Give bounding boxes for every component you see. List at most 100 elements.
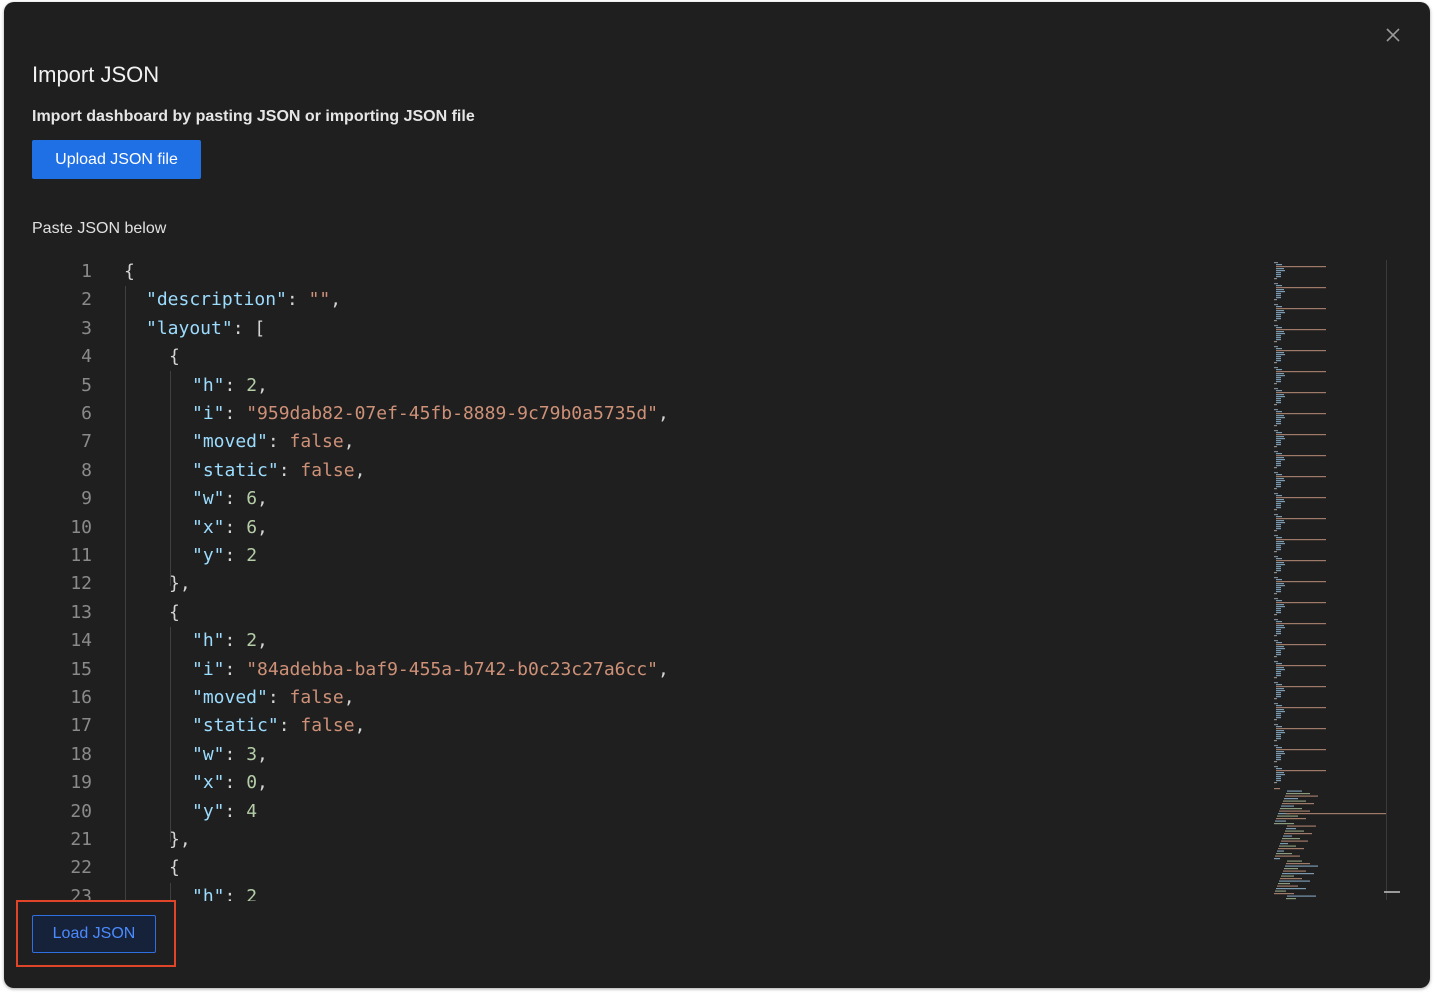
- minimap-line: [1276, 768, 1282, 770]
- code-content: "layout": [: [146, 315, 265, 343]
- minimap-line: [1274, 614, 1277, 616]
- minimap-line: [1276, 310, 1284, 312]
- code-content: "i": "84adebba-baf9-455a-b742-b0c23c27a6…: [192, 656, 669, 684]
- minimap-line: [1286, 863, 1310, 865]
- line-number: 18: [70, 743, 92, 765]
- code-token: ,: [354, 715, 366, 737]
- editor-minimap[interactable]: [1266, 258, 1392, 901]
- minimap-line: [1274, 823, 1294, 825]
- minimap-line: [1274, 346, 1278, 348]
- minimap-line: [1280, 843, 1288, 845]
- code-token: "y": [192, 545, 225, 566]
- line-number: 14: [70, 630, 92, 652]
- minimap-line: [1276, 627, 1285, 629]
- close-button[interactable]: [1382, 24, 1404, 46]
- minimap-line: [1280, 878, 1302, 880]
- minimap-line: [1276, 335, 1281, 337]
- line-number: 21: [70, 829, 92, 850]
- line-number: 7: [81, 431, 92, 453]
- minimap-line: [1274, 446, 1277, 448]
- minimap-line: [1276, 390, 1282, 392]
- minimap-line: [1276, 753, 1285, 755]
- minimap-line: [1276, 732, 1285, 734]
- code-token: {: [124, 261, 135, 282]
- code-line: 7 "moved": false,: [32, 428, 354, 456]
- minimap-line: [1276, 749, 1326, 751]
- minimap-line: [1276, 625, 1284, 627]
- minimap-line: [1276, 465, 1281, 467]
- minimap-line: [1276, 707, 1326, 709]
- minimap-line: [1274, 451, 1278, 453]
- code-content: },: [169, 570, 191, 598]
- minimap-line: [1276, 356, 1281, 358]
- minimap-line: [1276, 444, 1281, 446]
- minimap-line: [1276, 652, 1281, 654]
- code-token: ,: [257, 374, 268, 396]
- minimap-line: [1274, 341, 1277, 343]
- code-token: ,: [257, 488, 268, 510]
- upload-json-file-button[interactable]: Upload JSON file: [32, 140, 201, 179]
- minimap-line: [1276, 272, 1281, 274]
- line-number: 1: [81, 261, 92, 282]
- minimap-line: [1274, 719, 1277, 721]
- minimap-line: [1276, 474, 1282, 476]
- minimap-line: [1287, 860, 1302, 862]
- code-token: "y": [192, 800, 225, 822]
- minimap-line: [1276, 711, 1285, 713]
- code-token: :: [224, 488, 247, 510]
- minimap-line: [1276, 696, 1281, 698]
- minimap-line: [1276, 436, 1284, 438]
- line-number: 4: [81, 346, 92, 368]
- line-number: 6: [81, 403, 92, 424]
- minimap-line: [1276, 663, 1282, 665]
- line-number: 23: [70, 885, 92, 901]
- code-line: 18 "w": 3,: [32, 741, 268, 769]
- minimap-line: [1276, 644, 1326, 646]
- minimap-line: [1276, 421, 1281, 423]
- minimap-line: [1276, 411, 1282, 413]
- line-number: 16: [70, 687, 92, 708]
- minimap-line: [1276, 476, 1326, 478]
- minimap-line: [1286, 793, 1310, 795]
- minimap-line: [1280, 808, 1302, 810]
- minimap-line: [1276, 589, 1281, 591]
- minimap-line: [1276, 772, 1284, 774]
- minimap-line: [1276, 308, 1326, 310]
- minimap-line: [1276, 579, 1282, 581]
- minimap-line: [1278, 883, 1290, 885]
- json-code-editor[interactable]: 1{2 "description": "", 3 "layout": [4{5 "h":…: [32, 258, 1402, 901]
- code-token: 3: [246, 743, 258, 765]
- minimap-line: [1276, 755, 1281, 757]
- minimap-line: [1274, 278, 1277, 280]
- line-number: 10: [70, 516, 92, 538]
- code-content: "x": 6,: [192, 514, 268, 542]
- minimap-line: [1276, 608, 1281, 610]
- minimap-line: [1287, 895, 1316, 897]
- paste-json-label: Paste JSON below: [32, 220, 167, 237]
- minimap-line: [1276, 726, 1282, 728]
- minimap-line: [1276, 413, 1326, 415]
- minimap-line: [1276, 486, 1281, 488]
- code-content: "moved": false,: [192, 684, 355, 712]
- minimap-line: [1274, 551, 1277, 553]
- code-token: 0: [246, 772, 258, 794]
- editor-scrollbar[interactable]: [1386, 260, 1387, 900]
- minimap-line: [1275, 820, 1286, 822]
- code-token: "w": [192, 743, 225, 765]
- minimap-line: [1274, 698, 1277, 700]
- code-token: :: [224, 800, 247, 822]
- minimap-line: [1276, 270, 1285, 272]
- minimap-line: [1276, 295, 1281, 297]
- code-token: :: [224, 545, 247, 566]
- code-token: "x": [192, 516, 225, 538]
- minimap-line: [1276, 692, 1281, 694]
- minimap-line: [1274, 893, 1294, 895]
- minimap-line: [1276, 736, 1281, 738]
- minimap-line: [1276, 379, 1281, 381]
- minimap-line: [1284, 833, 1312, 835]
- load-json-button[interactable]: Load JSON: [32, 915, 156, 953]
- minimap-line: [1276, 686, 1326, 688]
- minimap-line: [1276, 642, 1282, 644]
- code-line: 13 {: [32, 599, 180, 627]
- minimap-line: [1276, 348, 1282, 350]
